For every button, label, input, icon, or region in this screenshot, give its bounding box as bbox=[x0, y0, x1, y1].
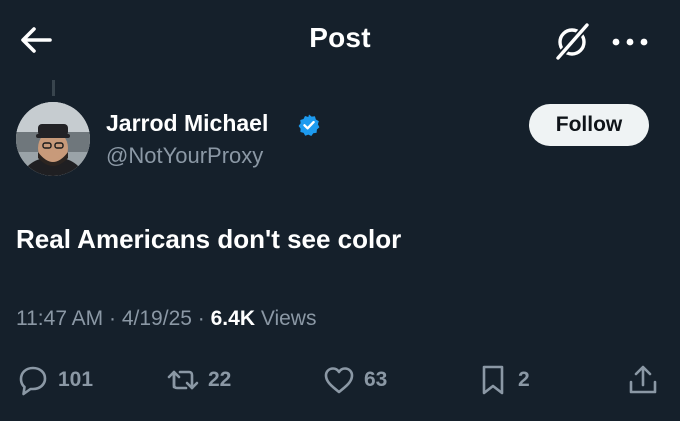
share-button[interactable] bbox=[626, 358, 660, 402]
bookmark-icon bbox=[482, 365, 504, 395]
post-text: Real Americans don't see color bbox=[16, 224, 402, 254]
action-bar: 101 22 63 2 bbox=[0, 358, 680, 402]
views-label: Views bbox=[260, 307, 317, 330]
reply-icon bbox=[19, 366, 47, 396]
reply-count: 101 bbox=[58, 368, 94, 391]
top-bar: Post bbox=[0, 0, 680, 80]
more-dots-icon bbox=[612, 38, 648, 46]
thread-connector bbox=[52, 80, 55, 96]
grok-button[interactable] bbox=[550, 20, 594, 64]
views-count: 6.4K bbox=[210, 307, 255, 330]
post-date[interactable]: 4/19/25 bbox=[122, 307, 192, 330]
grok-icon bbox=[555, 22, 590, 61]
post-time: 11:47 AM bbox=[16, 307, 104, 330]
meta-separator: · bbox=[109, 307, 117, 330]
post-detail-screen: Post Jarrod Michael @NotYourProxy Follow… bbox=[0, 0, 680, 421]
share-icon bbox=[629, 365, 657, 394]
like-button[interactable]: 63 bbox=[322, 358, 387, 402]
author-handle[interactable]: @NotYourProxy bbox=[106, 143, 263, 169]
repost-count: 22 bbox=[208, 368, 232, 391]
like-count: 63 bbox=[364, 368, 388, 391]
post-meta: 11:47 AM · 4/19/25 · 6.4K Views bbox=[16, 307, 316, 331]
author-name[interactable]: Jarrod Michael bbox=[106, 110, 268, 137]
follow-button[interactable]: Follow bbox=[529, 104, 649, 146]
more-options-button[interactable] bbox=[608, 24, 652, 60]
reply-button[interactable]: 101 bbox=[16, 358, 93, 402]
repost-button[interactable]: 22 bbox=[166, 358, 231, 402]
profile-photo bbox=[16, 102, 90, 176]
avatar[interactable] bbox=[16, 102, 90, 176]
meta-separator: · bbox=[197, 307, 205, 330]
repost-icon bbox=[167, 370, 199, 390]
verified-badge-icon bbox=[298, 114, 320, 136]
bookmark-count: 2 bbox=[518, 368, 530, 391]
heart-icon bbox=[324, 367, 354, 394]
bookmark-button[interactable]: 2 bbox=[476, 358, 530, 402]
